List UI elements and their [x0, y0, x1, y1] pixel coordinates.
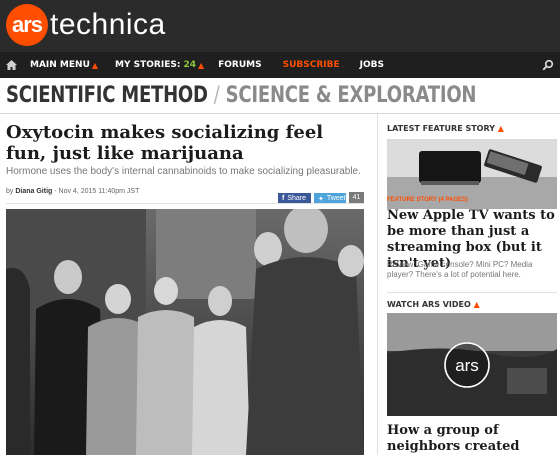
section-title: SCIENTIFIC METHOD / SCIENCE & EXPLORATIO… [6, 83, 477, 108]
nav-my-stories-label: MY STORIES: [115, 60, 181, 70]
facebook-share-label: Share [287, 195, 307, 202]
twitter-share-label: Tweet [326, 195, 346, 202]
section-separator: / [213, 83, 220, 108]
caret-icon: ▲ [473, 300, 480, 309]
sidebar-divider [387, 292, 557, 293]
caret-icon: ▲ [497, 124, 504, 133]
article-byline: by Diana Gitig - Nov 4, 2015 11:40pm JST [6, 188, 139, 195]
nav-subscribe-label: SUBSCRIBE [282, 60, 340, 70]
logo-mark: ars [6, 4, 48, 46]
video-title[interactable]: How a group of neighbors created their o… [387, 423, 559, 455]
article-headline: Oxytocin makes socializing feel fun, jus… [6, 122, 324, 164]
nav-main-menu-label: MAIN MENU [30, 60, 90, 70]
home-icon[interactable] [2, 52, 20, 78]
article-date: - Nov 4, 2015 11:40pm JST [54, 188, 140, 195]
video-ars-logo: ars [455, 356, 479, 375]
article-lead-photo [6, 209, 364, 455]
nav-jobs[interactable]: JOBS [360, 60, 384, 70]
caret-icon: ▲ [197, 60, 205, 70]
video-thumbnail[interactable]: ars [387, 313, 557, 416]
watch-video-label: WATCH ARS VIDEO [387, 300, 471, 309]
watch-video-heading: WATCH ARS VIDEO ▲ [387, 300, 480, 309]
twitter-icon: ✦ [318, 195, 324, 203]
section-main-link[interactable]: SCIENTIFIC METHOD [6, 83, 208, 108]
latest-feature-label: LATEST FEATURE STORY [387, 124, 495, 133]
nav-forums[interactable]: FORUMS [218, 60, 261, 70]
nav-subscribe[interactable]: SUBSCRIBE [283, 60, 340, 70]
main-navigation: MAIN MENU ▲ MY STORIES: 24 ▲ FORUMS SUBS… [0, 52, 560, 78]
caret-icon: ▲ [91, 60, 99, 70]
section-sub-link[interactable]: SCIENCE & EXPLORATION [226, 83, 477, 108]
nav-jobs-label: JOBS [359, 60, 384, 70]
my-stories-count: 24 [183, 60, 196, 70]
nav-forums-label: FORUMS [218, 60, 262, 70]
logo-wordmark: technica [50, 8, 166, 41]
facebook-icon: f [282, 195, 285, 202]
sidebar: LATEST FEATURE STORY ▲ FEATURE STORY (4 … [377, 114, 560, 455]
latest-feature-heading: LATEST FEATURE STORY ▲ [387, 124, 504, 133]
byline-divider [6, 203, 364, 204]
section-banner: SCIENTIFIC METHOD / SCIENCE & EXPLORATIO… [0, 78, 560, 114]
nav-my-stories[interactable]: MY STORIES: 24 ▲ [115, 60, 204, 70]
masthead: ars technica [0, 0, 560, 52]
site-logo[interactable]: ars technica [6, 4, 166, 46]
byline-prefix: by [6, 188, 14, 195]
article-dek: Hormone uses the body's internal cannabi… [6, 166, 361, 177]
author-link[interactable]: Diana Gitig [15, 188, 52, 195]
feature-story-dek: Review: Game console? Mini PC? Media pla… [387, 260, 533, 279]
nav-main-menu[interactable]: MAIN MENU ▲ [30, 60, 98, 70]
feature-story-tag: FEATURE STORY (4 PAGES) [387, 197, 469, 203]
search-icon[interactable] [542, 58, 554, 76]
